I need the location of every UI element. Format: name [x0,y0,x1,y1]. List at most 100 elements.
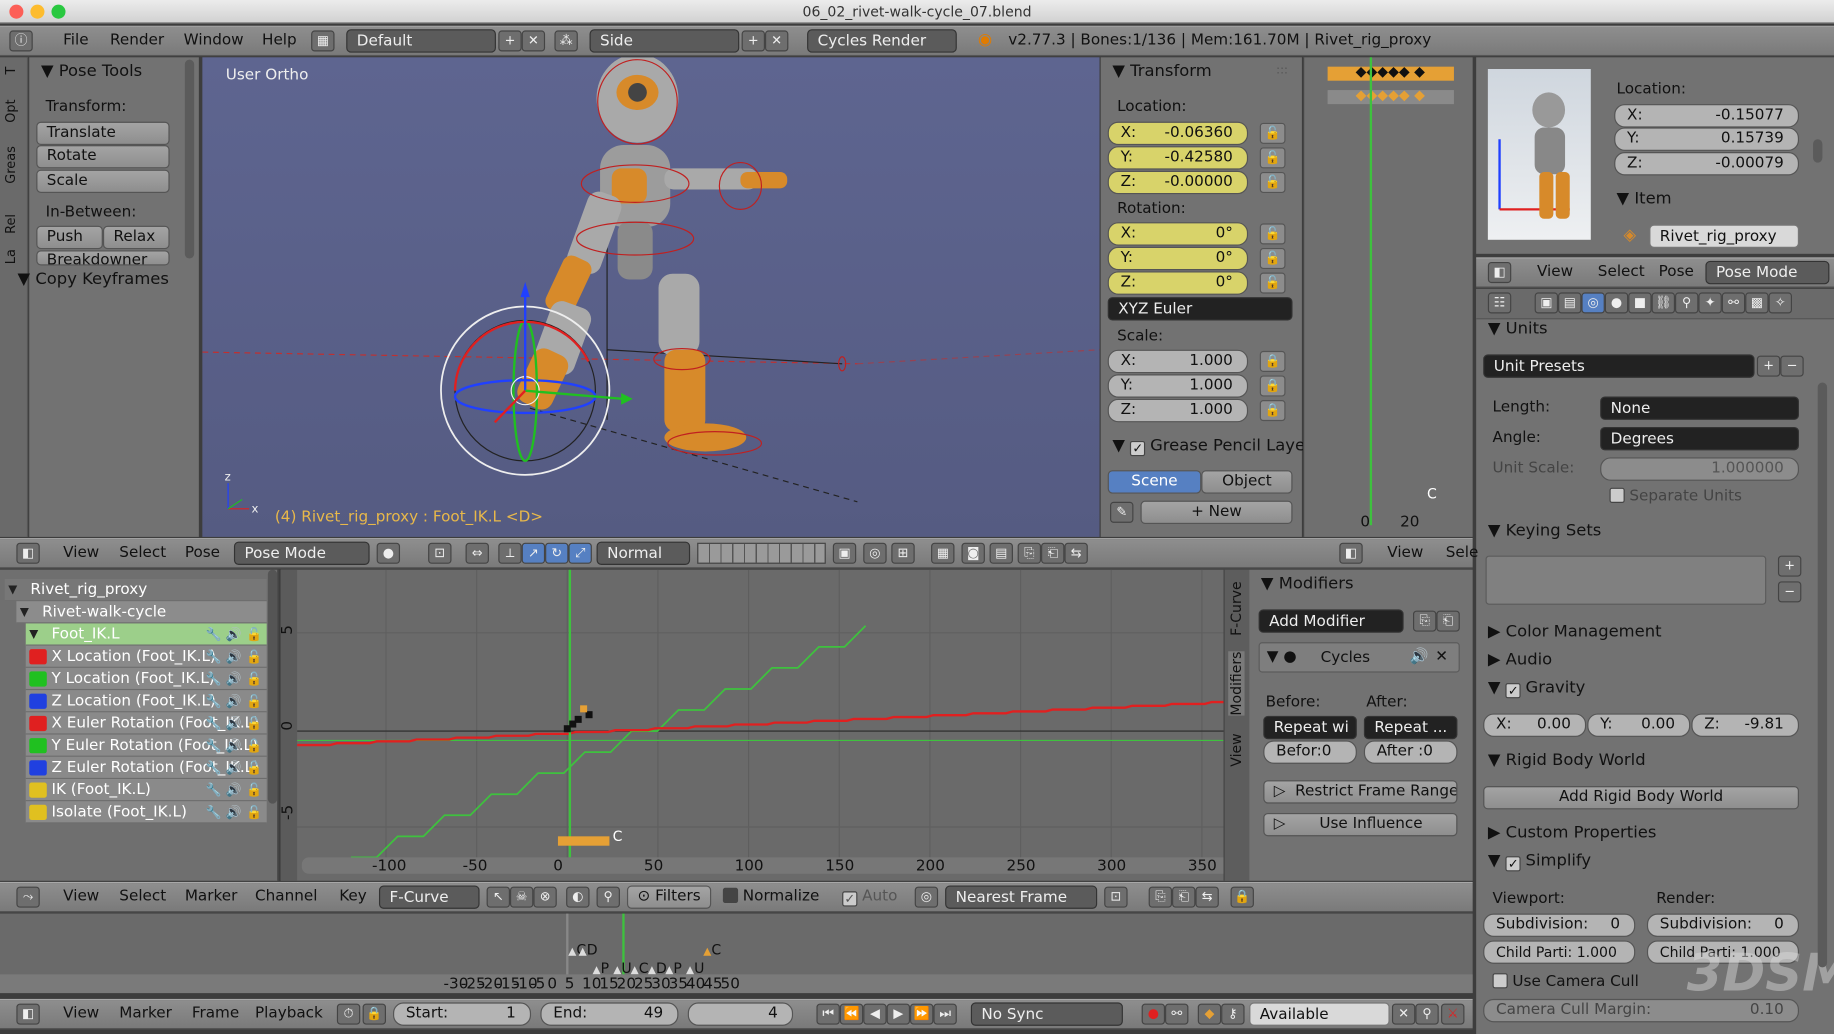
simplify-header[interactable]: ▼ ✓ Simplify [1488,852,1591,872]
render-preview-icon[interactable]: ▦ [931,542,955,564]
paste-modifiers-icon[interactable]: ⎗ [1436,610,1460,632]
breakdowner-button[interactable]: Breakdowner [36,250,170,266]
graph-menu-marker[interactable]: Marker [185,888,238,906]
lock-rotation-x-icon[interactable]: 🔓 [1259,223,1286,245]
lock-range-icon[interactable]: 🔒 [362,1003,387,1025]
tab-options[interactable]: Opt [4,99,19,122]
delete-keyframe-icon[interactable]: ⚔ [1441,1003,1465,1025]
channel-toggle-icons[interactable]: 🔧 🔊 🔓 [206,668,262,689]
custom-properties-header[interactable]: ▶ Custom Properties [1488,823,1657,842]
proportional-edit-icon[interactable]: ◎ [863,542,887,564]
layers-tab-icon[interactable]: ▤ [1558,292,1582,314]
channel-row[interactable]: Z Location (Foot_IK.L) 🔧 🔊 🔓 [25,690,267,713]
tab-modifiers[interactable]: Modifiers [1228,651,1245,716]
play-reverse-icon[interactable]: ◀ [863,1003,887,1025]
scene-icon[interactable]: ⁂ [554,30,578,52]
channel-toggle-icons[interactable]: 🔧 🔊 🔓 [206,712,262,733]
cursor-x-field[interactable]: X: -0.15077 [1614,104,1799,128]
tl-menu-playback[interactable]: Playback [255,1005,323,1023]
scale-widget-icon[interactable]: ⤢ [568,542,592,564]
rotation-mode-selector[interactable]: XYZ Euler [1107,297,1293,321]
after-mode-selector[interactable]: Repeat ... [1363,715,1458,740]
channel-row[interactable]: IK (Foot_IK.L) 🔧 🔊 🔓 [25,779,267,802]
transform-header[interactable]: ▼ Transform [1112,62,1211,81]
sync-selector[interactable]: No Sync [970,1002,1123,1026]
lock-scale-z-icon[interactable]: 🔒 [1259,400,1286,422]
scene-tab-icon[interactable]: ◎ [1581,292,1605,314]
tab-relations[interactable]: Rel [4,214,19,234]
auto-snap-selector[interactable]: Nearest Frame [945,885,1098,909]
start-frame-field[interactable]: Start: 1 [393,1002,532,1026]
grease-pencil-header[interactable]: ▼ ✓ Grease Pencil Layers [1112,436,1320,457]
grease-new-button[interactable]: + New [1140,500,1293,525]
mini-menu-select[interactable]: Sele [1446,544,1479,562]
item-header[interactable]: ▼ Item [1617,189,1672,208]
layer-buttons[interactable] [697,542,826,564]
gravity-x-field[interactable]: X: 0.00 [1483,713,1587,737]
gravity-header[interactable]: ▼ ✓ Gravity [1488,678,1585,699]
layout-selector[interactable]: Default [346,29,496,53]
bone-constraint-tab-icon[interactable]: ⚯ [1721,292,1746,314]
color-management-header[interactable]: ▶ Color Management [1488,622,1662,641]
before-mode-selector[interactable]: Repeat wi [1263,715,1357,740]
rotate-button[interactable]: Rotate [36,145,170,169]
graph-menu-view[interactable]: View [63,888,99,906]
channel-row[interactable]: Z Euler Rotation (Foot_IK.L) 🔧 🔊 🔓 [25,756,267,780]
tools-scrollbar[interactable] [184,59,195,259]
channel-toggle-icons[interactable]: 🔧 🔊 🔓 [206,646,262,667]
keying-set-icon[interactable]: ⚷ [1221,1003,1245,1025]
error-icon[interactable]: ⊗ [533,886,557,908]
channel-toggle-icons[interactable]: 🔧 🔊 🔓 [206,735,262,756]
jump-end-icon[interactable]: ⏭ [933,1003,957,1025]
graph-menu-select[interactable]: Select [119,888,166,906]
props-menu-select[interactable]: Select [1598,263,1645,281]
vp-menu-view[interactable]: View [63,544,99,562]
paste-keys-icon[interactable]: ⎗ [1172,886,1196,908]
use-camera-cull-checkbox[interactable]: Use Camera Cull [1492,973,1639,991]
scene-selector[interactable]: Side [589,29,740,53]
unit-presets-selector[interactable]: Unit Presets [1483,354,1755,378]
use-influence-toggle[interactable]: ▷ Use Influence [1263,812,1458,837]
copy-pose-icon[interactable]: ⎘ [1017,542,1042,564]
current-frame-field[interactable]: 4 [687,1002,794,1026]
before-count-field[interactable]: Befor:0 [1263,740,1357,764]
channel-row[interactable]: X Location (Foot_IK.L) 🔧 🔊 🔓 [25,645,267,668]
rotation-z-field[interactable]: Z: 0° [1107,271,1249,295]
info-editor-icon[interactable]: ⓘ [9,30,33,52]
push-button[interactable]: Push [36,225,103,250]
mini-menu-view[interactable]: View [1387,544,1423,562]
timeline-editor-icon-2[interactable]: ◧ [16,1003,40,1025]
scale-button[interactable]: Scale [36,169,170,194]
channel-toggle-icons[interactable]: 🔧 🔊 🔓 [206,690,262,711]
end-frame-field[interactable]: End: 49 [540,1002,679,1026]
mini-dopesheet[interactable]: ◆◆◆◆◆ ◆ ◆◆◆◆◆ ◆ 0 20 C [1303,57,1473,537]
snap-icon[interactable]: ⊞ [891,542,915,564]
keying-sets-list[interactable] [1485,555,1767,605]
channel-row[interactable]: Isolate (Foot_IK.L) 🔧 🔊 🔓 [25,801,267,824]
separate-units-checkbox[interactable]: Separate Units [1609,487,1742,505]
graph-menu-channel[interactable]: Channel [255,888,317,906]
zoom-icon[interactable]: ⚲ [596,886,620,908]
channel-row[interactable]: Y Euler Rotation (Foot_IK.L) 🔧 🔊 🔓 [25,734,267,757]
armature-tab-icon[interactable]: ⚲ [1675,292,1699,314]
copy-keys-icon[interactable]: ⎘ [1148,886,1173,908]
graph-mode-selector[interactable]: F-Curve [378,885,480,909]
jump-next-key-icon[interactable]: ⏩ [910,1003,934,1025]
rigid-body-header[interactable]: ▼ Rigid Body World [1488,751,1646,770]
viewport-subdivision-field[interactable]: Subdivision: 0 [1483,913,1636,937]
camera-render-icon[interactable]: ◙ [961,542,985,564]
keying-mode-icon[interactable]: ⚯ [1165,1003,1189,1025]
paste-flipped-keys-icon[interactable]: ⇆ [1195,886,1219,908]
screen-layout-icon[interactable]: ▦ [311,30,335,52]
manipulator-icon[interactable]: ⇔ [465,542,489,564]
channel-toggle-icons[interactable]: 🔧 🔊 🔓 [206,623,262,644]
add-modifier-selector[interactable]: Add Modifier [1258,609,1404,633]
render-engine-selector[interactable]: Cycles Render [807,29,957,53]
view3d-editor-icon[interactable]: ◧ [1487,262,1512,284]
viewport-child-particles-field[interactable]: Child Parti: 1.000 [1483,940,1636,964]
pivot-graph-icon[interactable]: ◎ [914,886,939,908]
properties-editor-icon[interactable]: ☷ [1487,292,1512,314]
zoom-window-button[interactable] [51,4,66,19]
relax-button[interactable]: Relax [102,225,170,250]
3d-viewport[interactable]: User Ortho z x (4) Rivet_rig_proxy: Foo… [202,57,1100,537]
